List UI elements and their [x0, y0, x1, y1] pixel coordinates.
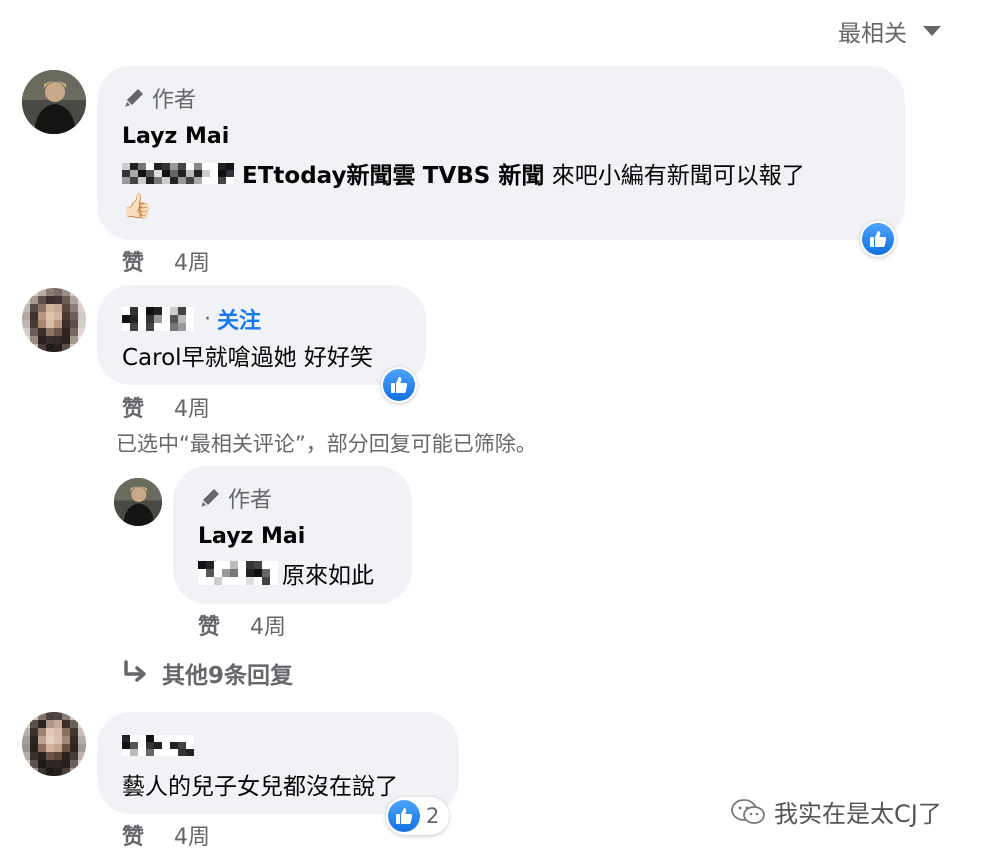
- comment-body: 來吧小編有新聞可以報了: [551, 163, 805, 189]
- comment-body: 藝人的兒子女兒都沒在說了: [122, 774, 398, 800]
- timestamp[interactable]: 4周: [174, 245, 210, 277]
- comment-actions: 赞 4周: [122, 245, 210, 277]
- like-button[interactable]: 赞: [122, 819, 144, 851]
- avatar[interactable]: [22, 288, 86, 352]
- author-badge: 作者: [198, 482, 272, 514]
- comment-text: ETtoday新聞雲 TVBS 新聞 來吧小編有新聞可以報了: [122, 156, 805, 190]
- timestamp[interactable]: 4周: [174, 819, 210, 851]
- like-reaction-badge[interactable]: [381, 367, 417, 403]
- like-button[interactable]: 赞: [122, 391, 144, 423]
- comment-body: Carol早就嗆過她 好好笑: [122, 345, 373, 371]
- censored-name: [122, 162, 234, 184]
- author-tag-label: 作者: [152, 88, 197, 113]
- reaction-summary[interactable]: 2: [386, 797, 450, 835]
- filter-notice: 已选中“最相关评论”，部分回复可能已筛除。: [116, 432, 537, 456]
- comment-author-name[interactable]: Layz Mai: [122, 124, 229, 149]
- comment-actions: 赞 4周: [122, 391, 210, 423]
- follow-button[interactable]: 关注: [217, 303, 261, 335]
- reply-author-name[interactable]: Layz Mai: [198, 524, 305, 549]
- thumbs-up-icon: [391, 377, 408, 393]
- chevron-down-icon: [923, 26, 941, 36]
- author-badge: 作者: [122, 82, 196, 114]
- timestamp[interactable]: 4周: [250, 609, 286, 641]
- mention-link[interactable]: ETtoday新聞雲: [242, 156, 415, 190]
- thumbs-up-icon: [396, 808, 413, 824]
- comment-author-name[interactable]: · 关注: [122, 303, 261, 335]
- censored-name: [122, 735, 194, 756]
- reply-actions: 赞 4周: [198, 609, 286, 641]
- more-replies-label: 其他9条回复: [162, 663, 294, 689]
- thumbs-up-emoji: 👍🏻: [122, 192, 152, 220]
- reaction-count: 2: [426, 804, 440, 828]
- thumbs-up-icon: [870, 231, 887, 247]
- author-tag-label: 作者: [228, 488, 273, 513]
- reply-body: 原來如此: [282, 563, 374, 589]
- watermark-text: 我实在是太CJ了: [774, 800, 942, 828]
- censored-name: [198, 561, 278, 585]
- pencil-icon: [125, 89, 143, 107]
- like-button[interactable]: 赞: [198, 609, 220, 641]
- sort-dropdown[interactable]: 最相关: [838, 14, 941, 48]
- wechat-icon: [731, 798, 765, 824]
- separator-dot: ·: [204, 306, 211, 332]
- comment-bubble: [97, 66, 905, 240]
- watermark: 我实在是太CJ了: [730, 794, 942, 829]
- censored-name: [122, 307, 194, 331]
- comment-author-name[interactable]: [122, 735, 198, 756]
- comment-actions: 赞 4周: [122, 819, 210, 851]
- like-button[interactable]: 赞: [122, 245, 144, 277]
- sort-label: 最相关: [838, 21, 907, 47]
- timestamp[interactable]: 4周: [174, 391, 210, 423]
- like-reaction-badge[interactable]: [860, 221, 896, 257]
- reply-text: 原來如此: [198, 556, 374, 590]
- view-more-replies-button[interactable]: 其他9条回复: [122, 656, 293, 690]
- pencil-icon: [201, 489, 219, 507]
- reply-arrow-icon: [124, 660, 146, 682]
- avatar[interactable]: [22, 70, 86, 134]
- mention-link[interactable]: TVBS 新聞: [423, 156, 545, 190]
- avatar[interactable]: [22, 712, 86, 776]
- avatar[interactable]: [114, 478, 162, 526]
